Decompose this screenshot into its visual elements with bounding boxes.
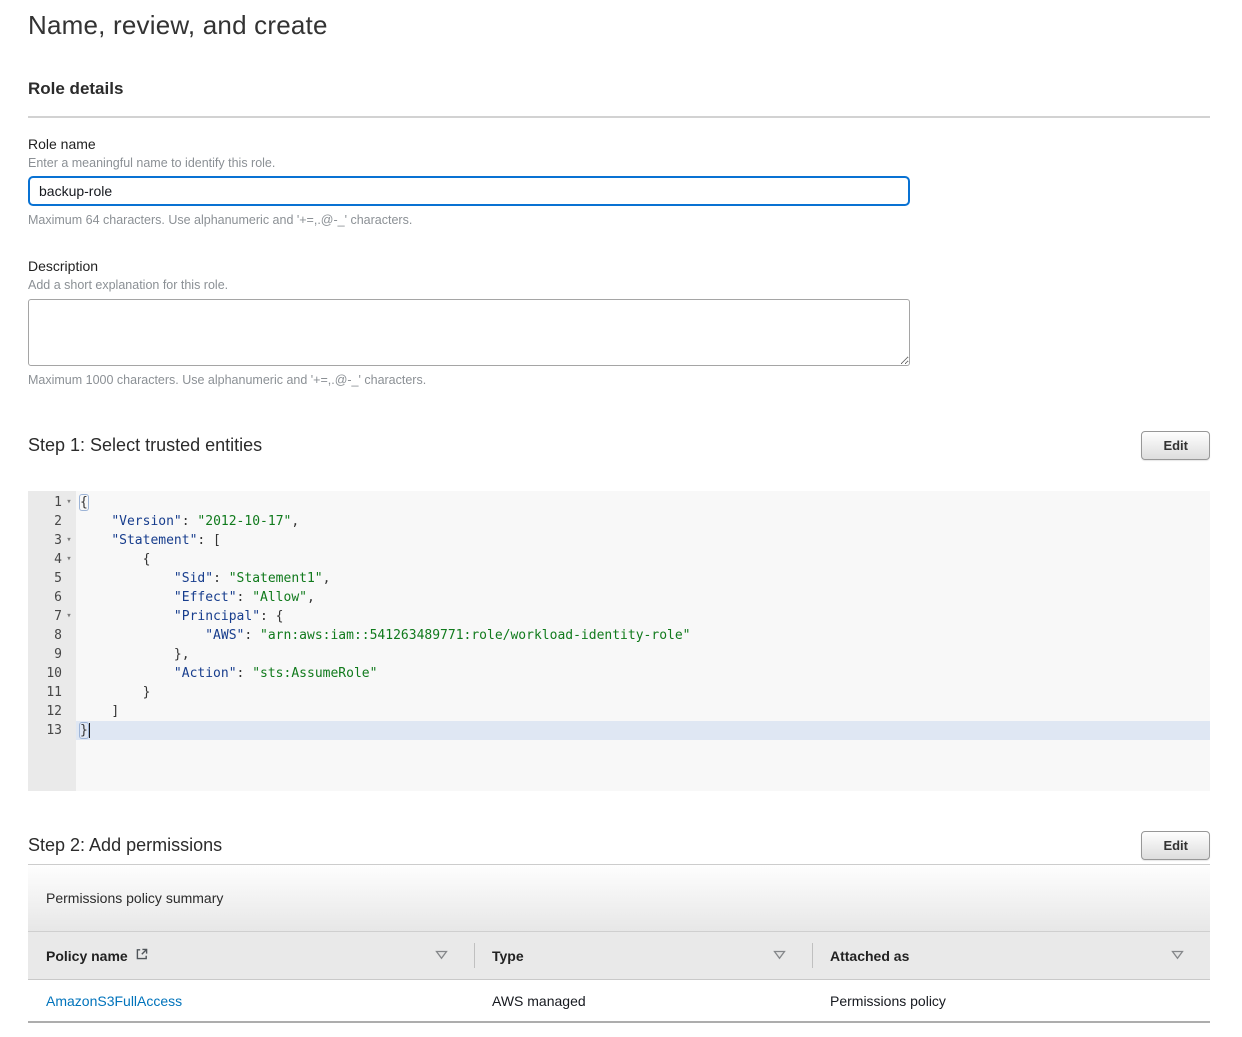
code-line[interactable]: "Version": "2012-10-17", <box>76 512 1210 531</box>
sort-triangle-icon[interactable] <box>435 947 448 965</box>
text-cursor <box>89 723 90 738</box>
step1-heading: Step 1: Select trusted entities <box>28 435 262 456</box>
description-textarea[interactable] <box>28 299 910 366</box>
gutter-line[interactable]: 3▾ <box>28 531 76 550</box>
fold-arrow-icon[interactable]: ▾ <box>62 550 76 569</box>
sort-triangle-icon[interactable] <box>1171 947 1184 965</box>
role-name-label: Role name <box>28 136 1210 152</box>
page-title: Name, review, and create <box>28 0 1210 41</box>
external-link-icon <box>135 947 149 964</box>
code-line[interactable]: "Principal": { <box>76 607 1210 626</box>
gutter-line[interactable]: 9 <box>28 645 76 664</box>
gutter-line[interactable]: 11 <box>28 683 76 702</box>
description-hint: Add a short explanation for this role. <box>28 278 1210 292</box>
code-line[interactable]: { <box>76 493 1210 512</box>
role-details-divider <box>28 116 1210 118</box>
gutter-line[interactable]: 10 <box>28 664 76 683</box>
table-row: AmazonS3FullAccess AWS managed Permissio… <box>28 980 1210 1023</box>
code-line[interactable]: }, <box>76 645 1210 664</box>
code-line[interactable]: { <box>76 550 1210 569</box>
gutter-line[interactable]: 1▾ <box>28 493 76 512</box>
policy-name-link[interactable]: AmazonS3FullAccess <box>46 993 182 1009</box>
step2-header-row: Step 2: Add permissions Edit <box>28 831 1210 860</box>
gutter-line[interactable]: 7▾ <box>28 607 76 626</box>
gutter-line[interactable]: 5 <box>28 569 76 588</box>
gutter-line[interactable]: 13 <box>28 721 76 740</box>
code-line[interactable]: } <box>76 721 1210 740</box>
policy-name-cell: AmazonS3FullAccess <box>28 980 474 1021</box>
trust-policy-editor[interactable]: 1▾23▾4▾567▾8910111213 { "Version": "2012… <box>28 491 1210 791</box>
policy-type-cell: AWS managed <box>474 980 812 1021</box>
role-name-input[interactable] <box>28 176 910 206</box>
policy-table-header: Policy name <box>28 932 1210 980</box>
code-line[interactable]: } <box>76 683 1210 702</box>
role-name-field: Role name Enter a meaningful name to ide… <box>28 136 1210 227</box>
fold-arrow-icon[interactable]: ▾ <box>62 531 76 550</box>
gutter-line[interactable]: 4▾ <box>28 550 76 569</box>
step2-edit-button[interactable]: Edit <box>1141 831 1210 860</box>
step2-heading: Step 2: Add permissions <box>28 835 222 856</box>
editor-gutter[interactable]: 1▾23▾4▾567▾8910111213 <box>28 491 76 791</box>
fold-arrow-icon[interactable]: ▾ <box>62 493 76 512</box>
code-line[interactable]: "Sid": "Statement1", <box>76 569 1210 588</box>
code-line[interactable]: "Effect": "Allow", <box>76 588 1210 607</box>
name-review-create-page: Name, review, and create Role details Ro… <box>0 0 1242 1037</box>
gutter-line[interactable]: 2 <box>28 512 76 531</box>
column-header-attached-as[interactable]: Attached as <box>812 932 1210 979</box>
role-name-hint: Enter a meaningful name to identify this… <box>28 156 1210 170</box>
code-line[interactable]: "Statement": [ <box>76 531 1210 550</box>
permissions-panel-title: Permissions policy summary <box>46 890 223 906</box>
step1-header-row: Step 1: Select trusted entities Edit <box>28 431 1210 460</box>
attached-as-cell: Permissions policy <box>812 980 1210 1021</box>
code-line[interactable]: "AWS": "arn:aws:iam::541263489771:role/w… <box>76 626 1210 645</box>
description-field: Description Add a short explanation for … <box>28 258 1210 387</box>
permissions-policy-panel: Permissions policy summary Policy name <box>28 864 1210 1023</box>
attached-as-column-label: Attached as <box>830 948 909 964</box>
step1-edit-button[interactable]: Edit <box>1141 431 1210 460</box>
code-line[interactable]: ] <box>76 702 1210 721</box>
code-line[interactable]: "Action": "sts:AssumeRole" <box>76 664 1210 683</box>
permissions-panel-header: Permissions policy summary <box>28 865 1210 932</box>
gutter-line[interactable]: 12 <box>28 702 76 721</box>
type-column-label: Type <box>492 948 524 964</box>
description-label: Description <box>28 258 1210 274</box>
description-constraint: Maximum 1000 characters. Use alphanumeri… <box>28 373 1210 387</box>
fold-arrow-icon[interactable]: ▾ <box>62 607 76 626</box>
column-header-type[interactable]: Type <box>474 932 812 979</box>
policy-name-column-label: Policy name <box>46 948 128 964</box>
gutter-line[interactable]: 8 <box>28 626 76 645</box>
column-header-policy-name[interactable]: Policy name <box>28 932 474 979</box>
sort-triangle-icon[interactable] <box>773 947 786 965</box>
role-name-constraint: Maximum 64 characters. Use alphanumeric … <box>28 213 1210 227</box>
gutter-line[interactable]: 6 <box>28 588 76 607</box>
role-details-heading: Role details <box>28 79 1210 99</box>
editor-code[interactable]: { "Version": "2012-10-17", "Statement": … <box>76 491 1210 791</box>
